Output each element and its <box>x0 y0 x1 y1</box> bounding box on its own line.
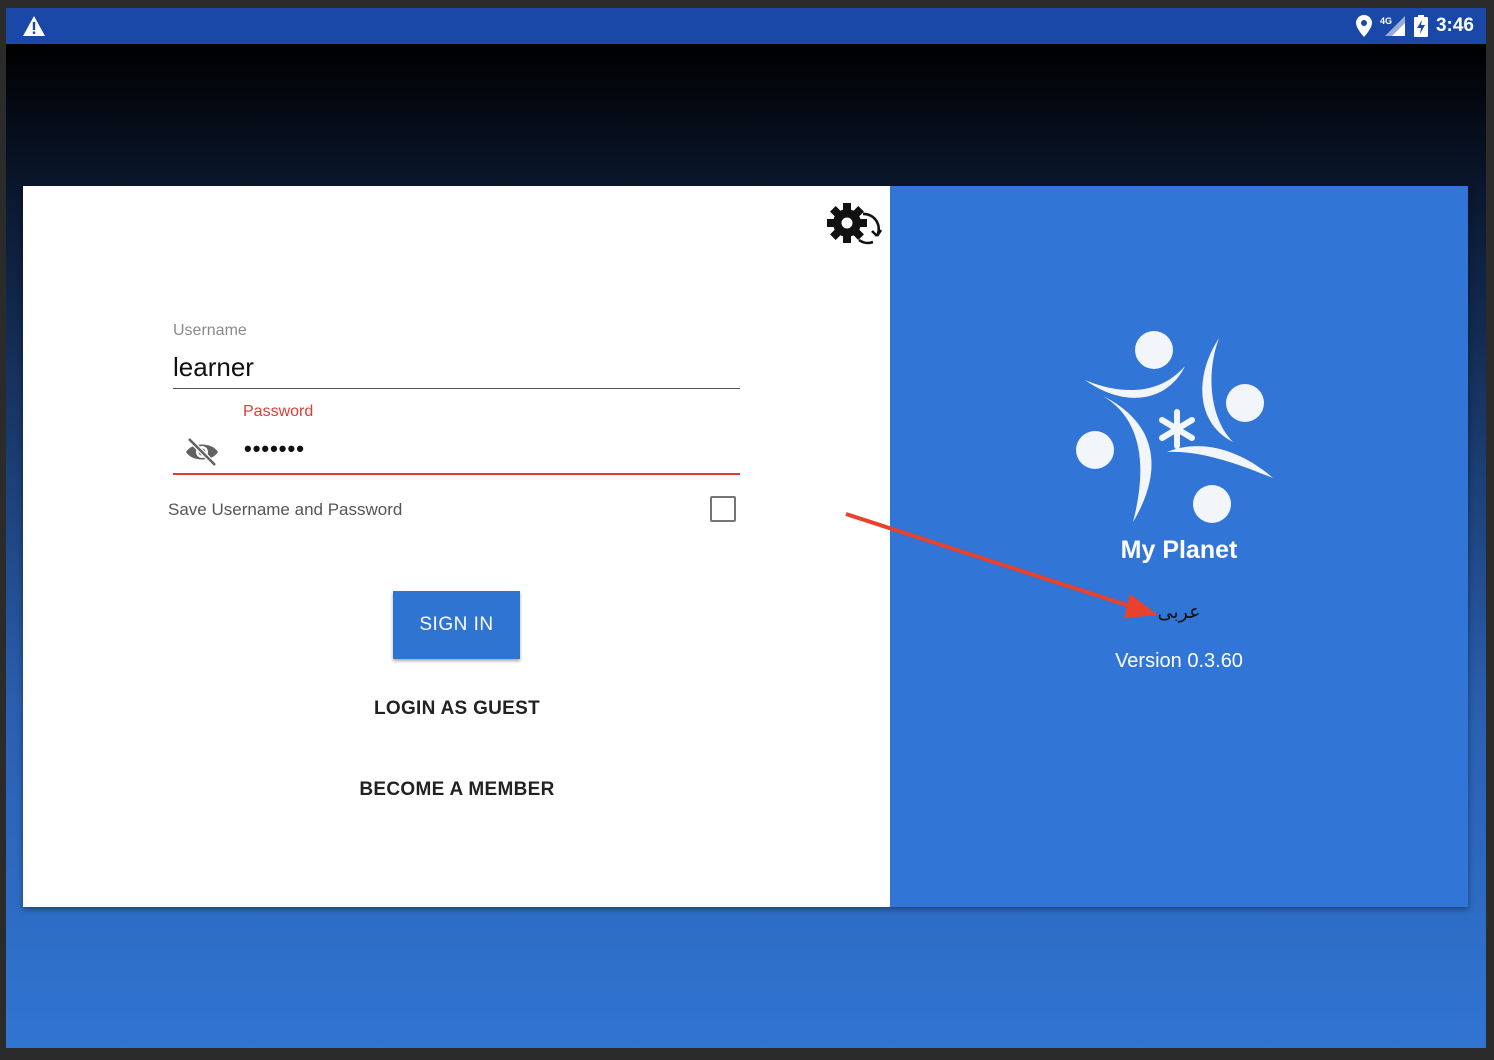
login-form-panel: Username learner Password ••••••• Save U… <box>23 186 890 907</box>
username-input[interactable]: learner <box>173 352 254 383</box>
my-planet-logo <box>1076 331 1273 523</box>
password-label: Password <box>243 403 314 420</box>
login-as-guest-button[interactable]: LOGIN AS GUEST <box>367 698 547 720</box>
signal-icon: 4G <box>1380 16 1405 36</box>
settings-sync-icon[interactable] <box>823 198 887 254</box>
status-time: 3:46 <box>1435 15 1474 36</box>
become-member-button[interactable]: BECOME A MEMBER <box>347 779 567 801</box>
eye-off-icon[interactable] <box>184 436 220 468</box>
app-title: My Planet <box>1120 536 1238 564</box>
password-underline <box>173 473 740 475</box>
username-label: Username <box>173 322 247 339</box>
sign-in-button[interactable]: SIGN IN <box>393 591 520 659</box>
version-label: Version 0.3.60 <box>1115 650 1243 672</box>
network-type: 4G <box>1380 16 1392 26</box>
language-switch-link[interactable]: عربى <box>890 601 1468 623</box>
brand-panel: My Planet عربى Version 0.3.60 <box>890 186 1468 907</box>
device-screen: 4G 3:46 Username learner Password ••••••… <box>6 8 1486 1048</box>
save-credentials-checkbox[interactable] <box>710 496 736 522</box>
login-card: Username learner Password ••••••• Save U… <box>23 186 1468 907</box>
status-icons: 4G 3:46 <box>1355 8 1474 44</box>
warning-icon <box>23 16 45 36</box>
save-credentials-label: Save Username and Password <box>168 500 403 519</box>
status-bar: 4G 3:46 <box>6 8 1486 44</box>
location-icon <box>1355 15 1372 37</box>
battery-charging-icon <box>1413 15 1428 37</box>
username-underline <box>173 388 740 389</box>
password-input[interactable]: ••••••• <box>244 436 305 462</box>
